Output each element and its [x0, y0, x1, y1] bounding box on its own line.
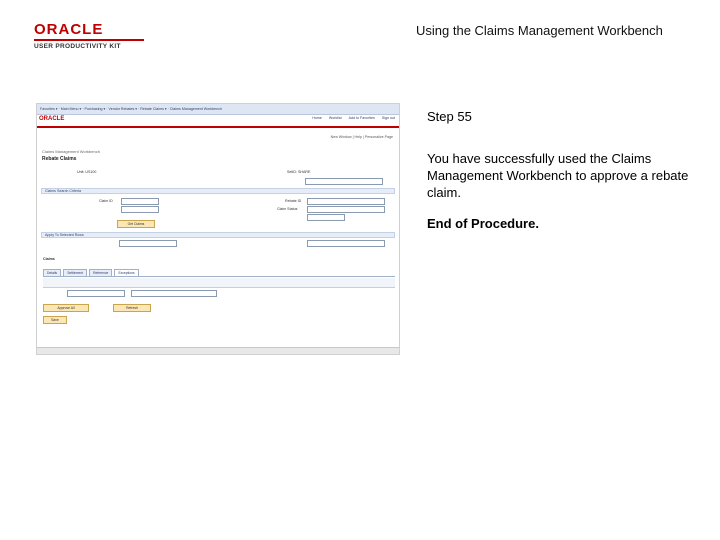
processing-action-select[interactable] [307, 240, 385, 247]
claim-status-select[interactable] [307, 206, 385, 213]
business-unit-label: Unit: US100 [77, 170, 97, 174]
oracle-wordmark: ORACLE [34, 21, 104, 38]
app-header-rule [37, 126, 399, 128]
rebate-id-field[interactable] [307, 198, 385, 205]
search-criteria-header[interactable]: Claims Search Criteria [41, 188, 395, 194]
claim-id-label: Claim ID [99, 199, 113, 203]
save-button[interactable]: Save [43, 316, 67, 324]
approve-all-button[interactable]: Approve All [43, 304, 89, 312]
claim-id-field[interactable] [121, 198, 159, 205]
claim-status-label: Claim Status [277, 207, 298, 211]
new-window-links[interactable]: New Window | Help | Personalize Page [331, 135, 393, 139]
vendor-field[interactable] [121, 206, 159, 213]
step-title: Step 55 [427, 109, 472, 124]
app-page-title: Claims Management Workbench [42, 149, 100, 154]
apply-rows-header[interactable]: Apply To Selected Rows [41, 232, 395, 238]
row-claim-action-select[interactable] [67, 290, 125, 297]
nav-link-signout[interactable]: Sign out [382, 116, 395, 120]
claims-grid-title: Claims [43, 257, 55, 261]
nav-link-home[interactable]: Home [312, 116, 322, 120]
tab-exceptions[interactable]: Exceptions [114, 269, 139, 277]
horizontal-scrollbar[interactable] [37, 347, 399, 354]
nav-link-favorites[interactable]: Add to Favorites [349, 116, 375, 120]
nav-link-worklist[interactable]: Worklist [329, 116, 342, 120]
logo-divider [34, 39, 144, 41]
step-description: You have successfully used the Claims Ma… [427, 151, 689, 200]
description-field[interactable] [305, 178, 383, 185]
claims-grid-header [43, 278, 395, 288]
tab-details[interactable]: Details [43, 269, 62, 277]
embedded-screenshot: Favorites ▾ · Main Menu ▾ · Purchasing ▾… [36, 103, 400, 355]
table-row[interactable] [43, 290, 395, 298]
breadcrumb: Favorites ▾ · Main Menu ▾ · Purchasing ▾… [40, 107, 222, 111]
setid-label: SetID: SHARE [287, 170, 311, 174]
app-section-title: Rebate Claims [42, 156, 77, 162]
row-processing-action-select[interactable] [131, 290, 217, 297]
claim-date-field[interactable] [307, 214, 345, 221]
claim-action-select[interactable] [119, 240, 177, 247]
app-oracle-logo: ORACLE [39, 116, 65, 122]
get-claims-button[interactable]: Get Claims [117, 220, 155, 228]
tab-reference[interactable]: Reference [89, 269, 113, 277]
app-header-links: Home Worklist Add to Favorites Sign out [306, 116, 395, 120]
end-of-procedure: End of Procedure. [427, 216, 539, 231]
oracle-upk-logo: ORACLE USER PRODUCTIVITY KIT [34, 22, 144, 50]
rebate-id-label: Rebate ID [285, 199, 302, 203]
claims-grid-tabs: Details Settlement Reference Exceptions [43, 269, 395, 277]
refresh-button[interactable]: Refresh [113, 304, 151, 312]
upk-wordmark: USER PRODUCTIVITY KIT [34, 43, 121, 50]
tab-settlement[interactable]: Settlement [63, 269, 87, 277]
page-title: Using the Claims Management Workbench [416, 23, 663, 38]
app-breadcrumb-bar: Favorites ▾ · Main Menu ▾ · Purchasing ▾… [37, 104, 399, 115]
